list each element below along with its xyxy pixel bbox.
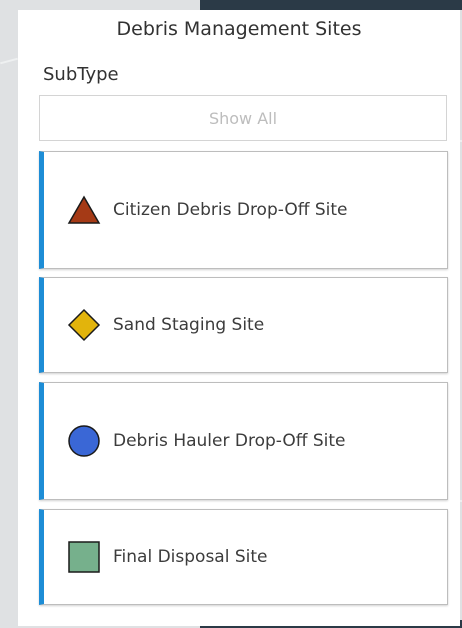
- map-tile: [200, 0, 462, 10]
- circle-icon: [63, 420, 105, 462]
- filter-card-final-disposal-site[interactable]: Final Disposal Site: [39, 509, 448, 605]
- panel-title: Debris Management Sites: [116, 18, 362, 40]
- diamond-icon: [63, 304, 105, 346]
- filter-card-label: Sand Staging Site: [113, 315, 265, 335]
- filter-card-label: Debris Hauler Drop-Off Site: [113, 431, 346, 451]
- subtype-label: SubType: [43, 64, 119, 85]
- triangle-icon: [63, 189, 105, 231]
- filter-card-sand-staging-site[interactable]: Sand Staging Site: [39, 277, 448, 373]
- show-all-button[interactable]: Show All: [39, 95, 447, 141]
- filter-card-label: Final Disposal Site: [113, 547, 268, 567]
- filter-card-citizen-debris-drop-off-site[interactable]: Citizen Debris Drop-Off Site: [39, 151, 448, 269]
- map-road: [0, 57, 18, 65]
- filter-panel: Debris Management Sites SubType Show All…: [18, 10, 460, 626]
- square-icon: [63, 536, 105, 578]
- filter-card-debris-hauler-drop-off-site[interactable]: Debris Hauler Drop-Off Site: [39, 382, 448, 500]
- filter-card-label: Citizen Debris Drop-Off Site: [113, 200, 348, 220]
